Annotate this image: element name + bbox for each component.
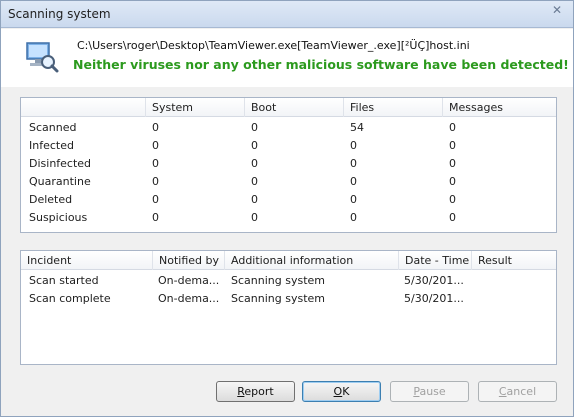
stats-table[interactable]: System Boot Files Messages Scanned 0 0 5… — [20, 97, 557, 233]
incident-info: Scanning system — [231, 274, 325, 287]
title-bar[interactable]: Scanning system ✕ — [1, 1, 573, 28]
row-label: Disinfected — [29, 157, 92, 170]
cancel-button[interactable]: Cancel — [478, 381, 557, 402]
report-button[interactable]: Report — [216, 381, 295, 402]
close-icon[interactable]: ✕ — [547, 2, 567, 19]
incident-datetime: 5/30/201... — [404, 274, 464, 287]
cell-system: 0 — [152, 157, 159, 170]
row-label: Deleted — [29, 193, 73, 206]
cell-messages: 0 — [449, 175, 456, 188]
ok-button[interactable]: OK — [302, 381, 381, 402]
cell-boot: 0 — [251, 139, 258, 152]
table-row[interactable]: Disinfected 0 0 0 0 — [21, 155, 556, 173]
cell-boot: 0 — [251, 193, 258, 206]
incident-notified-by: On-dema... — [158, 292, 220, 305]
stats-col-messages[interactable]: Messages — [442, 98, 541, 117]
scanning-dialog: Scanning system ✕ C:\Users\roger\Desktop… — [0, 0, 574, 417]
cell-boot: 0 — [251, 121, 258, 134]
cell-boot: 0 — [251, 175, 258, 188]
incidents-col-result[interactable]: Result — [471, 251, 541, 270]
cell-system: 0 — [152, 211, 159, 224]
incidents-table[interactable]: Incident Notified by Additional informat… — [20, 250, 557, 365]
incidents-col-date-time[interactable]: Date - Time — [398, 251, 471, 270]
incidents-header: Incident Notified by Additional informat… — [21, 251, 556, 270]
scan-header: C:\Users\roger\Desktop\TeamViewer.exe[Te… — [1, 29, 573, 87]
table-row[interactable]: Quarantine 0 0 0 0 — [21, 173, 556, 191]
incident-name: Scan complete — [29, 292, 111, 305]
row-label: Quarantine — [29, 175, 91, 188]
stats-header: System Boot Files Messages — [21, 98, 556, 117]
cell-boot: 0 — [251, 157, 258, 170]
cell-messages: 0 — [449, 211, 456, 224]
incident-notified-by: On-dema... — [158, 274, 220, 287]
report-button-label: Report — [237, 385, 274, 398]
pause-button-label: Pause — [413, 385, 446, 398]
cell-messages: 0 — [449, 157, 456, 170]
incident-info: Scanning system — [231, 292, 325, 305]
cell-boot: 0 — [251, 211, 258, 224]
table-row[interactable]: Scanned 0 0 54 0 — [21, 119, 556, 137]
table-row[interactable]: Scan complete On-dema... Scanning system… — [21, 290, 556, 308]
cell-system: 0 — [152, 175, 159, 188]
incidents-col-incident[interactable]: Incident — [21, 251, 152, 270]
pause-button[interactable]: Pause — [390, 381, 469, 402]
stats-col-files[interactable]: Files — [343, 98, 442, 117]
window-title: Scanning system — [8, 7, 111, 21]
cell-files: 0 — [350, 157, 357, 170]
incident-datetime: 5/30/201... — [404, 292, 464, 305]
incident-name: Scan started — [29, 274, 99, 287]
scan-computer-icon — [26, 42, 59, 73]
table-row[interactable]: Infected 0 0 0 0 — [21, 137, 556, 155]
cell-files: 0 — [350, 211, 357, 224]
incidents-col-additional-info[interactable]: Additional information — [224, 251, 398, 270]
table-row[interactable]: Deleted 0 0 0 0 — [21, 191, 556, 209]
table-row[interactable]: Suspicious 0 0 0 0 — [21, 209, 556, 227]
cell-messages: 0 — [449, 193, 456, 206]
row-label: Suspicious — [29, 211, 88, 224]
row-label: Scanned — [29, 121, 77, 134]
cell-files: 54 — [350, 121, 364, 134]
cell-messages: 0 — [449, 121, 456, 134]
scan-result-message: Neither viruses nor any other malicious … — [73, 57, 569, 72]
cell-files: 0 — [350, 139, 357, 152]
cell-system: 0 — [152, 193, 159, 206]
row-label: Infected — [29, 139, 74, 152]
cell-files: 0 — [350, 193, 357, 206]
incidents-col-notified-by[interactable]: Notified by — [152, 251, 224, 270]
cell-system: 0 — [152, 121, 159, 134]
cell-files: 0 — [350, 175, 357, 188]
table-row[interactable]: Scan started On-dema... Scanning system … — [21, 272, 556, 290]
scanned-file-path: C:\Users\roger\Desktop\TeamViewer.exe[Te… — [77, 39, 470, 52]
stats-col-label[interactable] — [21, 98, 145, 117]
cell-messages: 0 — [449, 139, 456, 152]
stats-col-boot[interactable]: Boot — [244, 98, 343, 117]
cell-system: 0 — [152, 139, 159, 152]
ok-button-label: OK — [333, 385, 350, 398]
cancel-button-label: Cancel — [498, 385, 537, 398]
stats-col-system[interactable]: System — [145, 98, 244, 117]
